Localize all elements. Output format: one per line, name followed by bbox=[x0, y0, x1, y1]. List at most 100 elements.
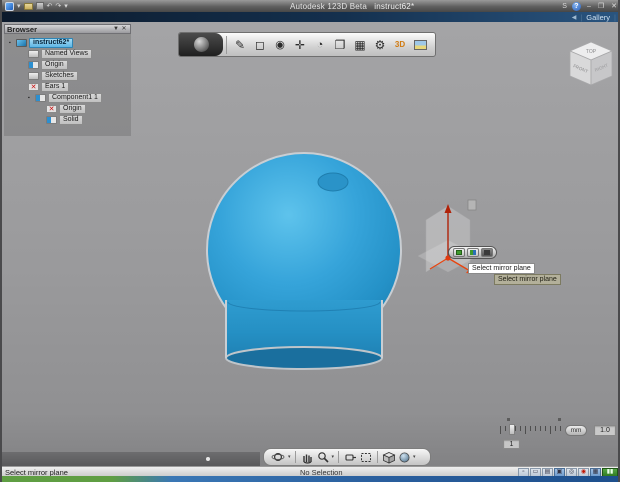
pattern-button[interactable]: ▦ bbox=[350, 34, 370, 55]
model-knob[interactable] bbox=[187, 140, 427, 380]
tree-label[interactable]: Solid bbox=[59, 114, 83, 125]
zoom-button[interactable] bbox=[316, 451, 330, 464]
shading-button[interactable] bbox=[398, 451, 411, 464]
revolve-icon: ◉ bbox=[275, 39, 285, 51]
viewcube-top-label: TOP bbox=[586, 49, 597, 55]
redo-caret-icon[interactable]: ▾ bbox=[64, 2, 68, 11]
app-title: Autodesk 123D Beta bbox=[290, 1, 367, 11]
text-3d-icon: 3D bbox=[394, 40, 406, 49]
orbit-button[interactable] bbox=[271, 451, 286, 464]
hidden-origin-icon[interactable]: ✕ bbox=[46, 104, 57, 113]
pan-button[interactable] bbox=[300, 451, 314, 464]
restore-button[interactable]: ❐ bbox=[597, 2, 605, 10]
sketch-button[interactable]: ✎ bbox=[230, 34, 250, 55]
minimize-button[interactable]: – bbox=[586, 3, 592, 10]
separator: | bbox=[614, 12, 616, 22]
redo-icon[interactable]: ↷ bbox=[55, 2, 61, 11]
model-bottom[interactable] bbox=[225, 346, 383, 370]
rotate-button[interactable]: ◔ bbox=[310, 34, 330, 55]
main-toolbar: ✎ ◻ ◉ ✛ ◔ ❐ ▦ ⚙ 3D bbox=[178, 32, 436, 57]
shading-caret-icon[interactable]: ▾ bbox=[413, 454, 416, 460]
tree-item-ears[interactable]: ✕ Ears 1 bbox=[4, 81, 131, 92]
tree-item-named-views[interactable]: Named Views bbox=[4, 48, 131, 59]
browser-header[interactable]: Browser ▼ ✕ bbox=[4, 24, 131, 34]
tree-label[interactable]: Sketches bbox=[41, 70, 78, 81]
open-file-icon[interactable] bbox=[23, 2, 33, 10]
move-button[interactable]: ✛ bbox=[290, 34, 310, 55]
combine-button[interactable]: ❐ bbox=[330, 34, 350, 55]
tree-item-origin[interactable]: Origin bbox=[4, 59, 131, 70]
timeline-thumb[interactable] bbox=[206, 457, 210, 461]
primitives-menu-button[interactable] bbox=[179, 33, 223, 56]
expander-icon[interactable]: ▪ bbox=[9, 40, 14, 46]
timeline-strip[interactable] bbox=[2, 452, 260, 466]
grid-spacing-value[interactable]: 1.0 bbox=[594, 425, 616, 436]
widget-handle[interactable] bbox=[467, 199, 477, 211]
box-icon: ◻ bbox=[255, 37, 265, 52]
separator: | bbox=[580, 12, 583, 22]
units-button[interactable]: mm bbox=[565, 425, 587, 436]
origin-folder-icon bbox=[28, 60, 39, 69]
orbit-caret-icon[interactable]: ▾ bbox=[288, 454, 291, 460]
tree-label[interactable]: Component1 1 bbox=[48, 92, 102, 103]
mirror-prompt-tooltip: Select mirror plane bbox=[494, 274, 561, 285]
tree-item-solid[interactable]: Solid bbox=[4, 114, 131, 125]
browser-tree: ▪ instruct62* Named Views Origin Sketche… bbox=[4, 34, 131, 125]
help-icon[interactable]: ? bbox=[571, 1, 581, 11]
close-icon[interactable]: ✕ bbox=[120, 26, 128, 33]
zoom-caret-icon[interactable]: ▾ bbox=[332, 454, 335, 460]
undo-icon[interactable]: ↶ bbox=[47, 2, 53, 11]
view-cube[interactable]: TOP FRONT RIGHT bbox=[564, 38, 618, 90]
tree-label[interactable]: Origin bbox=[59, 103, 86, 114]
hidden-feature-icon[interactable]: ✕ bbox=[28, 82, 39, 91]
sketches-folder-icon bbox=[28, 71, 39, 80]
mirror-tooltip: Select mirror plane bbox=[468, 263, 535, 274]
app-window: ▾ ↶ ↷ ▾ Autodesk 123D Beta instruct62* S… bbox=[0, 0, 620, 482]
mirror-mini-toolbar bbox=[448, 246, 497, 259]
scale-slider-handle[interactable] bbox=[509, 424, 515, 435]
save-icon[interactable] bbox=[35, 2, 44, 10]
combine-icon: ❐ bbox=[334, 37, 346, 52]
gallery-back-icon[interactable]: ◀ bbox=[572, 14, 577, 21]
mirror-flip-button[interactable] bbox=[466, 248, 479, 257]
filter-icon[interactable]: ▼ bbox=[112, 26, 120, 33]
tree-item-component[interactable]: ▪ Component1 1 bbox=[4, 92, 131, 103]
sign-in-icon[interactable]: S bbox=[562, 2, 567, 11]
constrained-orbit-button[interactable] bbox=[343, 451, 357, 464]
tree-item-sketches[interactable]: Sketches bbox=[4, 70, 131, 81]
tree-label[interactable]: Ears 1 bbox=[41, 81, 70, 92]
tree-item-component-origin[interactable]: ✕ Origin bbox=[4, 103, 131, 114]
component-icon bbox=[35, 93, 46, 102]
window-title: Autodesk 123D Beta instruct62* bbox=[142, 2, 562, 11]
pattern-icon: ▦ bbox=[354, 37, 366, 52]
sphere-menu-icon bbox=[193, 37, 209, 52]
view-cube-button[interactable] bbox=[382, 451, 396, 464]
grid-scale-widget: 1 mm 1.0 bbox=[496, 418, 618, 452]
app-logo-icon[interactable] bbox=[5, 1, 14, 11]
dome-indent[interactable] bbox=[317, 172, 349, 192]
revolve-button[interactable]: ◉ bbox=[270, 34, 290, 55]
status-bar: Select mirror plane No Selection ▫ ▭ ▤ ▣… bbox=[2, 466, 618, 477]
document-title: instruct62* bbox=[374, 1, 415, 11]
text-3d-button[interactable]: 3D bbox=[390, 34, 410, 55]
title-bar: ▾ ↶ ↷ ▾ Autodesk 123D Beta instruct62* S… bbox=[2, 0, 618, 12]
app-menu-caret-icon[interactable]: ▾ bbox=[17, 2, 21, 11]
tree-label[interactable]: Named Views bbox=[41, 48, 93, 59]
mirror-cancel-button[interactable] bbox=[480, 248, 493, 257]
grouping-button[interactable]: ⚙ bbox=[370, 34, 390, 55]
material-button[interactable] bbox=[410, 34, 430, 55]
tree-label[interactable]: instruct62* bbox=[29, 37, 74, 48]
material-image-icon bbox=[413, 39, 427, 50]
expander-icon[interactable]: ▪ bbox=[28, 95, 33, 101]
browser-title: Browser bbox=[7, 24, 38, 34]
gallery-link[interactable]: Gallery bbox=[586, 13, 610, 22]
move-icon: ✛ bbox=[294, 37, 306, 52]
primitive-box-button[interactable]: ◻ bbox=[250, 34, 270, 55]
close-button[interactable]: ✕ bbox=[610, 2, 618, 10]
mirror-accept-button[interactable] bbox=[452, 248, 465, 257]
tree-item-root[interactable]: ▪ instruct62* bbox=[4, 37, 131, 48]
tree-label[interactable]: Origin bbox=[41, 59, 68, 70]
solid-icon bbox=[46, 115, 57, 124]
ruler-marker bbox=[558, 418, 561, 421]
fit-button[interactable] bbox=[359, 451, 373, 464]
